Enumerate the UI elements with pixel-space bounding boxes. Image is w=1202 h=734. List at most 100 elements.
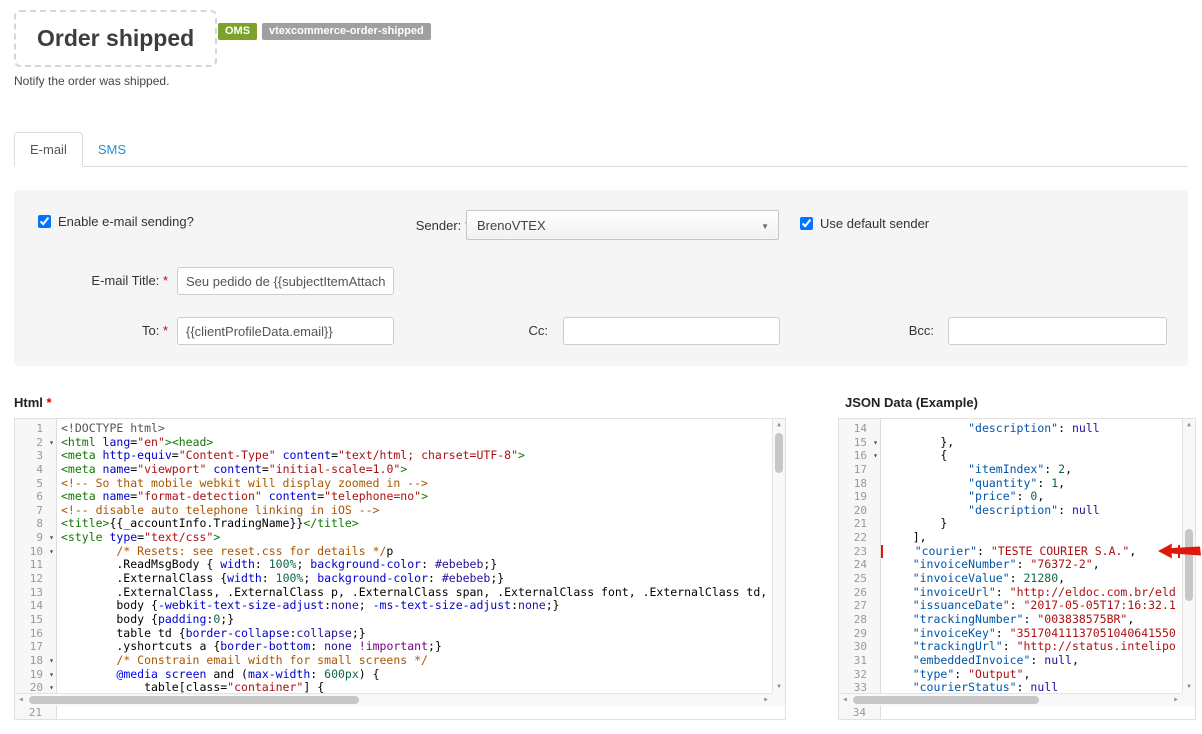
code-line: 29 "invoiceKey": "3517041113705104064155… [839,627,1182,641]
email-title-field[interactable] [177,267,394,295]
scroll-left-icon[interactable]: ◀ [839,694,851,706]
code-text: { [881,449,1182,463]
code-line: 23 "courier": "TESTE COURIER S.A.", [839,545,1182,559]
sender-select[interactable]: BrenoVTEX ▼ [466,210,779,240]
code-line: 20▾ table[class="container"] { [15,681,772,693]
use-default-sender-checkbox[interactable] [800,217,813,230]
line-number: 17 [839,463,870,477]
code-text: <!-- So that mobile webkit will display … [57,477,772,491]
code-line: 18▾ /* Constrain email width for small s… [15,654,772,668]
code-text: .yshortcuts a {border-bottom: none !impo… [57,640,772,654]
peek-line-number: 34 [839,706,869,719]
code-text: <meta http-equiv="Content-Type" content=… [57,449,772,463]
chevron-down-icon: ▼ [761,222,769,231]
fold-marker-icon[interactable]: ▾ [46,681,57,693]
to-label: To: * [14,323,168,338]
scrollbar-corner [772,693,785,706]
line-number: 33 [839,681,870,693]
line-number: 22 [839,531,870,545]
peek-line-number: 21 [15,706,45,719]
json-editor-label: JSON Data (Example) [845,395,978,410]
json-editor-hscrollbar[interactable]: ◀ ▶ [839,693,1182,706]
line-number: 5 [15,477,46,491]
scroll-down-icon[interactable]: ▼ [1183,681,1195,693]
code-line: 2▾<html lang="en"><head> [15,436,772,450]
code-line: 25 "invoiceValue": 21280, [839,572,1182,586]
line-number: 11 [15,558,46,572]
html-editor-label: Html * [14,395,52,410]
html-editor-hscrollbar[interactable]: ◀ ▶ [15,693,772,706]
fold-marker-icon[interactable]: ▾ [46,531,57,545]
code-line: 19▾ @media screen and (max-width: 600px)… [15,668,772,682]
template-description: Notify the order was shipped. [14,74,169,88]
clipped-last-line: 34 [839,706,1195,719]
order-shipped-template-page: Order shipped OMS vtexcommerce-order-shi… [0,0,1202,734]
scroll-right-icon[interactable]: ▶ [1170,694,1182,706]
line-number: 20 [15,681,46,693]
code-text: "trackingUrl": "http://status.intelipo [881,640,1182,654]
vscrollbar-thumb[interactable] [1185,529,1193,601]
to-field[interactable] [177,317,394,345]
fold-marker-icon[interactable]: ▾ [46,654,57,668]
html-editor-vscrollbar[interactable]: ▲ ▼ [772,419,785,693]
email-settings-panel: Enable e-mail sending? Sender: * BrenoVT… [14,190,1188,366]
line-number: 23 [839,545,870,559]
fold-marker-icon[interactable]: ▾ [46,545,57,559]
code-line: 15▾ }, [839,436,1182,450]
html-code-editor[interactable]: 1<!DOCTYPE html>2▾<html lang="en"><head>… [14,418,786,720]
bcc-field[interactable] [948,317,1167,345]
line-number: 26 [839,586,870,600]
code-line: 1<!DOCTYPE html> [15,422,772,436]
code-text: <style type="text/css"> [57,531,772,545]
code-text: "quantity": 1, [881,477,1182,491]
line-number: 6 [15,490,46,504]
required-asterisk: * [163,323,168,338]
code-text: "invoiceNumber": "76372-2", [881,558,1182,572]
scroll-up-icon[interactable]: ▲ [1183,419,1195,431]
code-text: .ExternalClass, .ExternalClass p, .Exter… [57,586,772,600]
scroll-right-icon[interactable]: ▶ [760,694,772,706]
code-line: 21 } [839,517,1182,531]
code-line: 15 body {padding:0;} [15,613,772,627]
code-text: /* Resets: see reset.css for details */p [57,545,772,559]
cc-field[interactable] [563,317,780,345]
enable-email-checkbox[interactable] [38,215,51,228]
code-line: 18 "quantity": 1, [839,477,1182,491]
tab-sms[interactable]: SMS [83,133,141,166]
line-number: 13 [15,586,46,600]
scroll-up-icon[interactable]: ▲ [773,419,785,431]
code-text: "invoiceKey": "35170411137051040641550 [881,627,1182,641]
line-number: 31 [839,654,870,668]
scroll-left-icon[interactable]: ◀ [15,694,27,706]
code-line: 17 .yshortcuts a {border-bottom: none !i… [15,640,772,654]
json-data-editor[interactable]: 14 "description": null15▾ },16▾ {17 "ite… [838,418,1196,720]
fold-marker-icon[interactable]: ▾ [870,436,881,450]
fold-marker-icon[interactable]: ▾ [870,449,881,463]
code-text: .ExternalClass {width: 100%; background-… [57,572,772,586]
sender-label: Sender: * [324,218,470,233]
code-line: 20 "description": null [839,504,1182,518]
line-number: 7 [15,504,46,518]
line-number: 9 [15,531,46,545]
scroll-down-icon[interactable]: ▼ [773,681,785,693]
line-number: 24 [839,558,870,572]
line-number: 17 [15,640,46,654]
tab-email[interactable]: E-mail [14,132,83,167]
bcc-label: Bcc: [834,323,934,338]
code-line: 24 "invoiceNumber": "76372-2", [839,558,1182,572]
code-line: 22 ], [839,531,1182,545]
code-text: <!-- disable auto telephone linking in i… [57,504,772,518]
vscrollbar-thumb[interactable] [775,433,783,473]
required-asterisk: * [47,395,52,410]
line-number: 18 [15,654,46,668]
fold-marker-icon[interactable]: ▾ [46,668,57,682]
line-number: 2 [15,436,46,450]
line-number: 4 [15,463,46,477]
required-asterisk: * [163,273,168,288]
hscrollbar-thumb[interactable] [853,696,1039,704]
line-number: 15 [15,613,46,627]
line-number: 8 [15,517,46,531]
tab-bar: E-mail SMS [14,133,1188,167]
hscrollbar-thumb[interactable] [29,696,359,704]
fold-marker-icon[interactable]: ▾ [46,436,57,450]
